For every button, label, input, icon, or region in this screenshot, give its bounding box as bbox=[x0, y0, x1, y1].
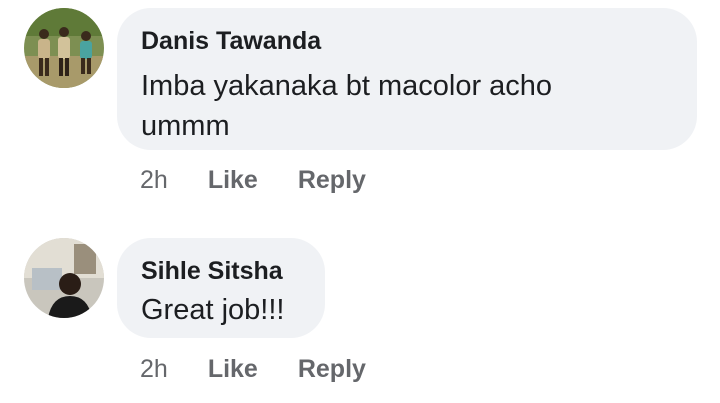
comment-text: Imba yakanaka bt macolor acho ummm bbox=[141, 70, 553, 142]
avatar[interactable] bbox=[24, 238, 104, 318]
avatar-photo bbox=[24, 238, 104, 318]
comment-timestamp[interactable]: 2h bbox=[140, 354, 168, 384]
like-button[interactable]: Like bbox=[208, 165, 258, 195]
reply-button[interactable]: Reply bbox=[298, 354, 366, 384]
comment-author[interactable]: Sihle Sitsha bbox=[141, 256, 301, 286]
avatar-photo bbox=[24, 8, 104, 88]
like-button[interactable]: Like bbox=[208, 354, 258, 384]
comment-item: Danis Tawanda Imba yakanaka bt macolor a… bbox=[0, 0, 720, 210]
reply-button[interactable]: Reply bbox=[298, 165, 366, 195]
comment-author[interactable]: Danis Tawanda bbox=[141, 26, 673, 56]
comment-bubble: Sihle Sitsha Great job!!! bbox=[117, 238, 325, 338]
avatar[interactable] bbox=[24, 8, 104, 88]
comment-actions: 2h Like Reply bbox=[140, 354, 406, 384]
comment-text: Great job!!! bbox=[141, 294, 285, 326]
comment-actions: 2h Like Reply bbox=[140, 165, 406, 195]
comment-timestamp[interactable]: 2h bbox=[140, 165, 168, 195]
comment-item: Sihle Sitsha Great job!!! 2h Like Reply bbox=[0, 230, 720, 403]
comments-thread: Danis Tawanda Imba yakanaka bt macolor a… bbox=[0, 0, 720, 403]
comment-bubble: Danis Tawanda Imba yakanaka bt macolor a… bbox=[117, 8, 697, 150]
